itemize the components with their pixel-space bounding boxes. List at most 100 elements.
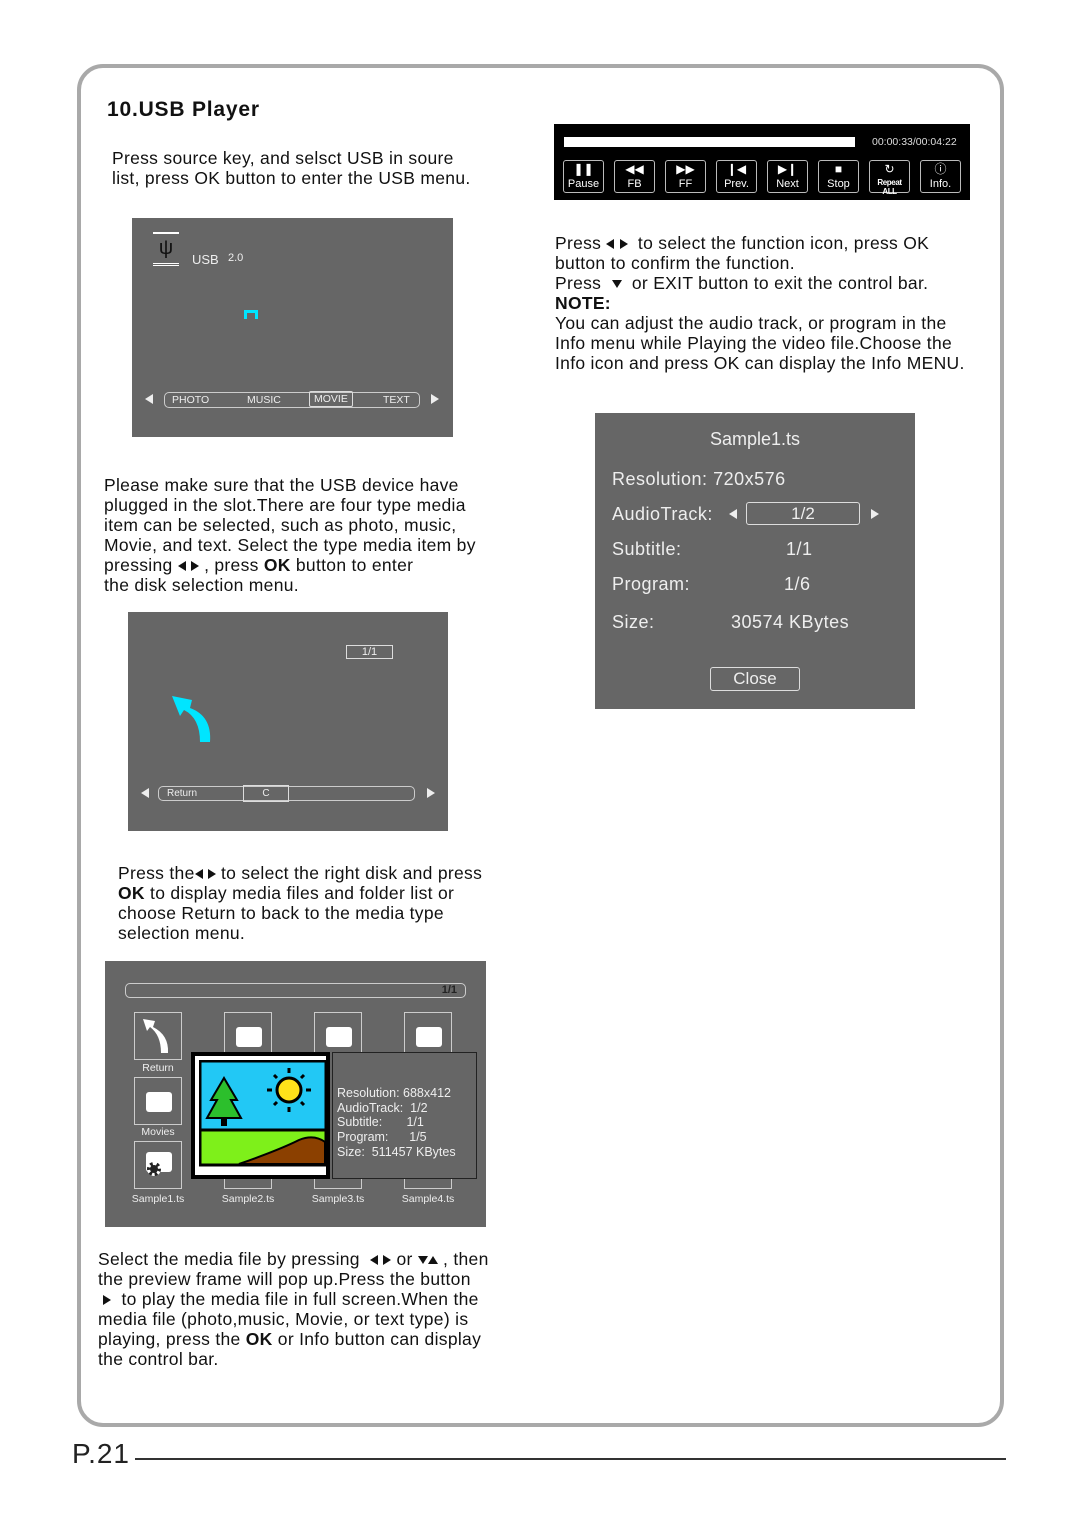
disk-c-option[interactable]: C	[243, 785, 289, 802]
button-label: FF	[678, 178, 693, 190]
text-line: Info icon and press OK can display the I…	[555, 353, 965, 373]
page-indicator: 1/1	[346, 645, 393, 659]
film-reel-icon	[147, 1162, 161, 1176]
return-option[interactable]: Return	[167, 788, 197, 799]
tile-label: Sample4.ts	[401, 1193, 455, 1205]
text: Press the	[118, 863, 195, 883]
button-label: Pause	[567, 178, 600, 190]
arrow-left-icon[interactable]	[141, 788, 149, 798]
disk-bar: Return C	[158, 785, 415, 802]
prev-button[interactable]: ❙◀ Prev.	[716, 160, 757, 193]
arrow-left-icon[interactable]	[145, 394, 153, 404]
text: button to enter	[295, 555, 414, 575]
button-label: Prev.	[724, 178, 749, 190]
ok-bold: OK	[118, 883, 145, 903]
file-browser-screen: 1/1 Return Movies Sample1.ts Sample2.ts …	[105, 961, 486, 1227]
pause-icon: ❚❚	[573, 162, 594, 176]
music-note-icon	[244, 310, 258, 319]
program-label: Program:	[612, 574, 691, 594]
arrow-left-icon[interactable]	[729, 509, 737, 519]
repeat-button[interactable]: ↻ Repeat ALL	[869, 160, 910, 196]
up-arrow-icon	[427, 1256, 438, 1265]
close-button[interactable]: Close	[710, 667, 800, 691]
return-arrow-icon	[143, 1019, 169, 1053]
tab-text[interactable]: TEXT	[383, 394, 410, 406]
resolution-value: 720x576	[713, 469, 786, 489]
text-line: list, press OK button to enter the USB m…	[112, 168, 471, 188]
text-line: You can adjust the audio track, or progr…	[555, 313, 947, 333]
text: to select the function icon, press OK	[637, 233, 930, 253]
left-arrow-icon	[370, 1255, 379, 1266]
text: or Info button can display	[277, 1329, 482, 1349]
right-arrow-icon	[207, 869, 216, 880]
left-arrow-icon	[177, 561, 186, 572]
size-value: 30574 KBytes	[731, 612, 850, 632]
button-label: Repeat ALL	[877, 178, 902, 196]
text-line: the control bar.	[98, 1349, 219, 1369]
tile-label: Return	[142, 1062, 174, 1074]
usb-icon: ψ	[153, 232, 179, 266]
text: , then	[443, 1249, 489, 1269]
return-arrow-icon[interactable]	[170, 694, 216, 744]
text-line: Info menu while Playing the video file.C…	[555, 333, 953, 353]
text-line: Movie, and text. Select the type media i…	[104, 535, 476, 555]
stop-button[interactable]: ■ Stop	[818, 160, 859, 193]
right-arrow-icon	[190, 561, 199, 572]
text-line: Please make sure that the USB device hav…	[104, 475, 459, 495]
progress-bar[interactable]	[564, 137, 855, 147]
pause-button[interactable]: ❚❚ Pause	[563, 160, 604, 193]
down-arrow-icon	[611, 280, 622, 289]
ff-button[interactable]: ▶▶ FF	[665, 160, 706, 193]
page-number: P.21	[72, 1438, 130, 1469]
right-arrow-icon	[619, 239, 628, 250]
text-line: button to confirm the function.	[555, 253, 795, 273]
movies-folder-tile[interactable]	[134, 1077, 182, 1125]
next-button[interactable]: ▶❙ Next	[767, 160, 808, 193]
arrow-right-icon[interactable]	[431, 394, 439, 404]
info-line: Size: 511457 KBytes	[337, 1144, 456, 1159]
tab-photo[interactable]: PHOTO	[172, 394, 209, 406]
ok-bold: OK	[263, 555, 291, 575]
note-heading: NOTE:	[555, 293, 611, 313]
preview-frame	[191, 1052, 330, 1179]
text: or	[396, 1249, 413, 1269]
text: to display media files and folder list o…	[150, 883, 455, 903]
info-menu-screen: Sample1.ts Resolution: 720x576 AudioTrac…	[595, 413, 915, 709]
text: , press	[204, 555, 259, 575]
arrow-right-icon[interactable]	[871, 509, 879, 519]
left-arrow-icon	[194, 869, 203, 880]
tab-movie[interactable]: MOVIE	[309, 391, 353, 407]
tile-label: Movies	[141, 1126, 175, 1138]
down-arrow-icon	[417, 1256, 428, 1265]
fb-button[interactable]: ◀◀ FB	[614, 160, 655, 193]
text-line: item can be selected, such as photo, mus…	[104, 515, 457, 535]
usb-label: USB	[192, 252, 219, 267]
folder-icon	[416, 1027, 442, 1047]
text: Press	[555, 233, 602, 253]
text-line: plugged in the slot.There are four type …	[104, 495, 466, 515]
text: Press	[555, 273, 602, 293]
subtitle-label: Subtitle:	[612, 539, 682, 559]
para-media-types: Please make sure that the USB device hav…	[104, 475, 476, 595]
section-title: 10.USB Player	[107, 98, 260, 121]
playback-time: 00:00:33/00:04:22	[872, 136, 957, 148]
text: pressing	[104, 555, 173, 575]
right-arrow-icon	[383, 1255, 392, 1266]
text: playing, press the	[98, 1329, 241, 1349]
skip-back-icon: ❙◀	[726, 162, 747, 176]
subtitle-value: 1/1	[786, 539, 813, 559]
preview-info-panel: Resolution: 688x412 AudioTrack: 1/2 Subtit…	[332, 1052, 477, 1179]
size-label: Size:	[612, 612, 655, 632]
return-tile[interactable]	[134, 1012, 182, 1060]
media-type-bar: PHOTO MUSIC MOVIE TEXT	[164, 391, 420, 408]
text-line: the disk selection menu.	[104, 575, 299, 595]
tab-music[interactable]: MUSIC	[247, 394, 281, 406]
text-line: the preview frame will pop up.Press the …	[98, 1269, 471, 1289]
text-line: choose Return to back to the media type	[118, 903, 444, 923]
sample1-tile[interactable]	[134, 1141, 182, 1189]
repeat-icon: ↻	[884, 162, 895, 176]
audiotrack-selector[interactable]: 1/2	[746, 502, 860, 525]
arrow-right-icon[interactable]	[427, 788, 435, 798]
info-button[interactable]: ⓘ Info.	[920, 160, 961, 193]
button-label: Info.	[929, 178, 952, 190]
